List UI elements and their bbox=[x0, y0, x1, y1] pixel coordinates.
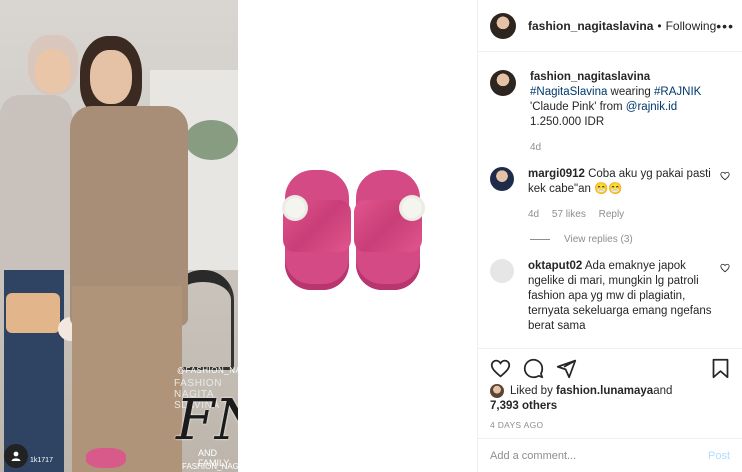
comment-icon[interactable] bbox=[523, 358, 544, 379]
instagram-post: @FASHION_NAGITASLAVINA FASHION NAGITA SL… bbox=[0, 0, 742, 472]
outfit-photo: @FASHION_NAGITASLAVINA FASHION NAGITA SL… bbox=[0, 0, 238, 472]
person-left bbox=[0, 35, 84, 472]
liked-and: and bbox=[653, 385, 673, 397]
comment-like-icon[interactable] bbox=[720, 263, 730, 334]
watermark-handle: @FASHION_NAGITASLAVINA bbox=[177, 366, 238, 375]
post-sidebar: fashion_nagitaslavina • Following ••• fa… bbox=[478, 0, 742, 472]
avatar[interactable] bbox=[490, 259, 514, 283]
sandal-right bbox=[354, 170, 422, 290]
hashtag-link[interactable]: #RAJNIK bbox=[654, 86, 701, 98]
user-tag-label: 1k1717 bbox=[30, 457, 53, 464]
comment-username[interactable]: margi0912 bbox=[528, 168, 585, 180]
caption-time[interactable]: 4d bbox=[530, 142, 541, 153]
caption: fashion_nagitaslavina #NagitaSlavina wea… bbox=[490, 70, 730, 155]
avatar[interactable] bbox=[490, 70, 516, 96]
comment-body: margi0912 Coba aku yg pakai pasti kek ca… bbox=[528, 167, 714, 222]
flower-ornament bbox=[402, 198, 422, 218]
post-timestamp[interactable]: 4 DAYS AGO bbox=[490, 420, 730, 430]
liked-prefix: Liked by bbox=[510, 385, 553, 397]
following-button[interactable]: Following bbox=[666, 19, 717, 33]
bookmark-icon[interactable] bbox=[711, 358, 730, 379]
add-comment-row: Post bbox=[478, 438, 742, 472]
caption-text: wearing bbox=[607, 86, 655, 98]
replies-divider bbox=[530, 239, 550, 240]
liked-user[interactable]: fashion.lunamaya bbox=[556, 385, 653, 397]
comment-likes[interactable]: 57 likes bbox=[552, 209, 586, 220]
caption-username[interactable]: fashion_nagitaslavina bbox=[530, 71, 650, 83]
view-replies-label[interactable]: View replies (3) bbox=[564, 234, 633, 245]
comment-username[interactable]: oktaput02 bbox=[528, 260, 582, 272]
mention-link[interactable]: @rajnik.id bbox=[626, 101, 677, 113]
liker-avatar[interactable] bbox=[490, 384, 504, 398]
sandal-left bbox=[283, 170, 351, 290]
action-icons bbox=[490, 357, 730, 379]
caption-meta: 4d bbox=[530, 140, 730, 155]
hashtag-link[interactable]: #NagitaSlavina bbox=[530, 86, 607, 98]
comment-body: oktaput02 Ada emaknye japok ngelike di m… bbox=[528, 259, 714, 334]
face-left bbox=[35, 49, 71, 93]
user-tag-icon[interactable] bbox=[4, 444, 28, 468]
comment: margi0912 Coba aku yg pakai pasti kek ca… bbox=[490, 167, 730, 222]
comments-list[interactable]: fashion_nagitaslavina #NagitaSlavina wea… bbox=[478, 52, 742, 348]
add-comment-input[interactable] bbox=[490, 449, 708, 462]
comment: oktaput02 Ada emaknye japok ngelike di m… bbox=[490, 259, 730, 334]
header-separator: • bbox=[657, 18, 662, 33]
watermark-logo: FNS bbox=[176, 388, 238, 453]
reply-button[interactable]: Reply bbox=[599, 209, 625, 220]
post-media[interactable]: @FASHION_NAGITASLAVINA FASHION NAGITA SL… bbox=[0, 0, 478, 472]
liked-others-count[interactable]: 7,393 others bbox=[490, 400, 557, 412]
caption-text: 'Claude Pink' from bbox=[530, 101, 626, 113]
post-header: fashion_nagitaslavina • Following ••• bbox=[478, 0, 742, 52]
comment-meta: 4d 57 likes Reply bbox=[528, 207, 714, 222]
watermark-handle-bottom: FASHION_NAGITASLAVINA bbox=[182, 462, 238, 471]
face-right bbox=[90, 50, 132, 104]
flower-ornament bbox=[285, 198, 305, 218]
view-replies[interactable]: View replies (3) bbox=[530, 234, 730, 245]
caption-price: 1.250.000 IDR bbox=[530, 116, 605, 128]
like-icon[interactable] bbox=[490, 358, 511, 379]
caption-body: fashion_nagitaslavina #NagitaSlavina wea… bbox=[530, 70, 730, 155]
post-button[interactable]: Post bbox=[708, 450, 730, 462]
sweater-left bbox=[0, 95, 72, 275]
handbag bbox=[6, 293, 60, 333]
more-options-icon[interactable]: ••• bbox=[716, 18, 734, 34]
knit-pants bbox=[72, 286, 182, 472]
avatar[interactable] bbox=[490, 12, 516, 39]
comment-like-icon[interactable] bbox=[720, 171, 730, 222]
comment-time[interactable]: 4d bbox=[528, 209, 539, 220]
liked-others[interactable]: 7,393 others bbox=[490, 400, 730, 412]
share-icon[interactable] bbox=[556, 358, 577, 379]
pink-slipper bbox=[86, 448, 126, 468]
header-username[interactable]: fashion_nagitaslavina bbox=[528, 19, 653, 33]
avatar[interactable] bbox=[490, 167, 514, 191]
likes-summary: Liked by fashion.lunamaya and bbox=[490, 384, 730, 398]
